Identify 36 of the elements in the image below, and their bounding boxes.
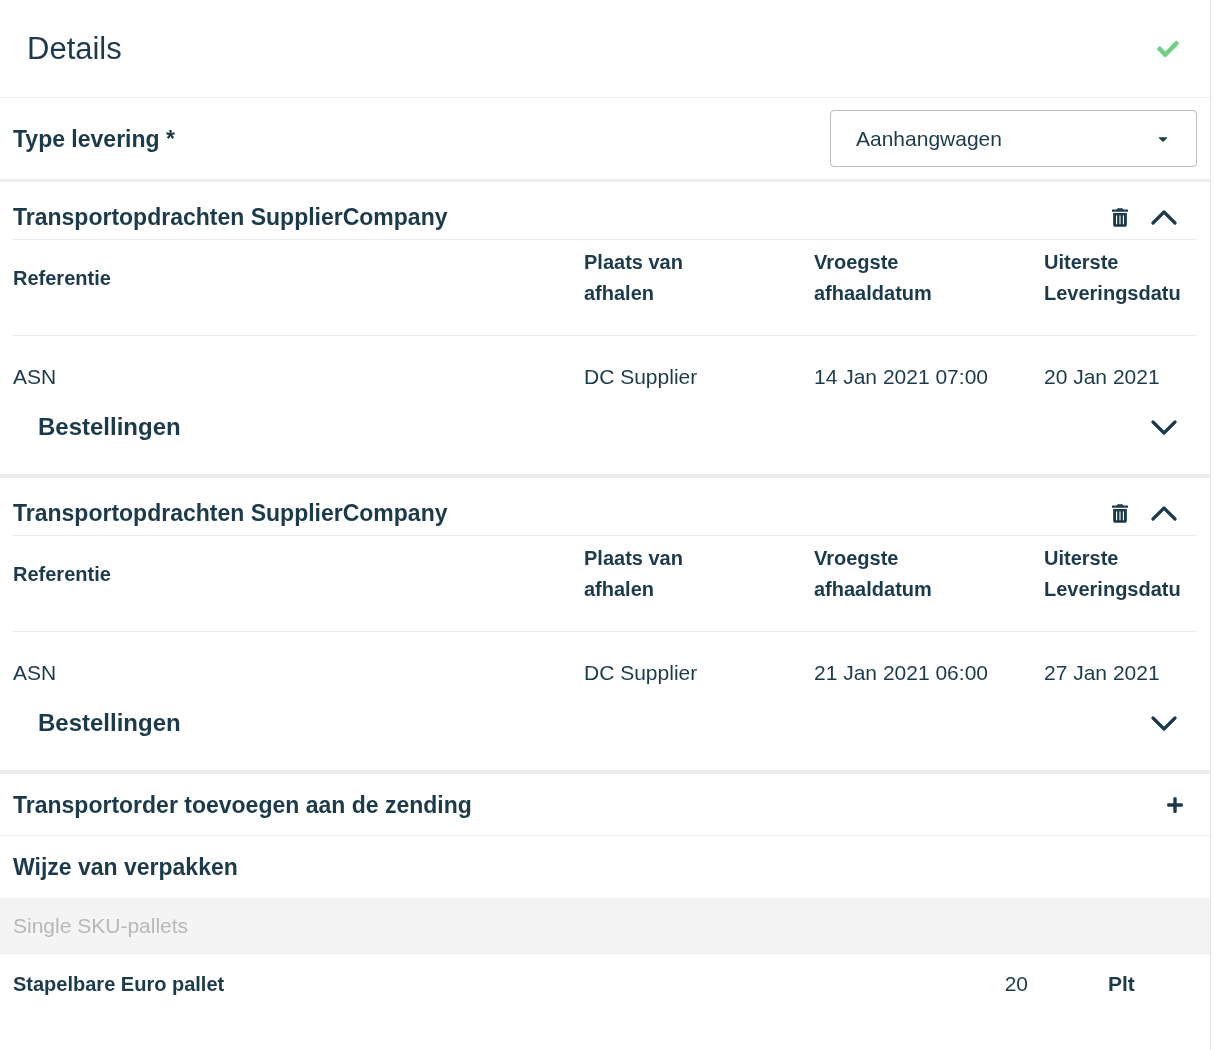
chevron-up-icon[interactable] (1151, 209, 1177, 225)
column-header: Referentie (13, 561, 112, 587)
table-cell-text: ASN (13, 364, 58, 390)
table-cell-text: 20 Jan 2021 (1044, 364, 1161, 390)
unit: Plt (1108, 970, 1136, 997)
trash-icon[interactable] (1112, 503, 1128, 523)
field-label: Type levering * (13, 124, 175, 154)
packaging-name: Stapelbare Euro pallet (13, 971, 226, 997)
section-title: Transportopdrachten SupplierCompany (13, 203, 449, 232)
plus-icon[interactable] (1166, 795, 1184, 814)
table-cell-text: 27 Jan 2021 (1044, 660, 1161, 686)
delivery-type-dropdown[interactable]: Aanhangwagen (830, 110, 1197, 167)
column-header: Vroegste afhaaldatum (814, 546, 933, 602)
orders-heading: Bestellingen (38, 412, 182, 442)
table-cell-text: 21 Jan 2021 06:00 (814, 660, 989, 686)
orders-heading: Bestellingen (38, 708, 182, 738)
column-header: Vroegste afhaaldatum (814, 250, 933, 306)
add-transport-order-link[interactable]: Transportorder toevoegen aan de zending (13, 788, 472, 821)
table-cell-text: DC Supplier (584, 660, 699, 686)
page-title: Details (27, 29, 122, 68)
chevron-down-icon[interactable] (1151, 419, 1177, 435)
group-label: Single SKU-pallets (13, 912, 189, 939)
table-cell-text: ASN (13, 660, 58, 686)
section-title: Transportopdrachten SupplierCompany (13, 499, 449, 528)
table-cell-text: 14 Jan 2021 07:00 (814, 364, 989, 390)
trash-icon[interactable] (1112, 207, 1128, 227)
chevron-down-icon[interactable] (1151, 715, 1177, 731)
column-header: Uiterste Leveringsdatu (1044, 546, 1182, 602)
quantity: 20 (1004, 970, 1028, 997)
column-header: Plaats van afhalen (584, 250, 684, 306)
chevron-up-icon[interactable] (1151, 505, 1177, 521)
column-header: Plaats van afhalen (584, 546, 684, 602)
column-header: Uiterste Leveringsdatu (1044, 250, 1182, 306)
column-header: Referentie (13, 265, 112, 291)
section-title: Wijze van verpakken (13, 853, 238, 882)
table-cell-text: DC Supplier (584, 364, 699, 390)
